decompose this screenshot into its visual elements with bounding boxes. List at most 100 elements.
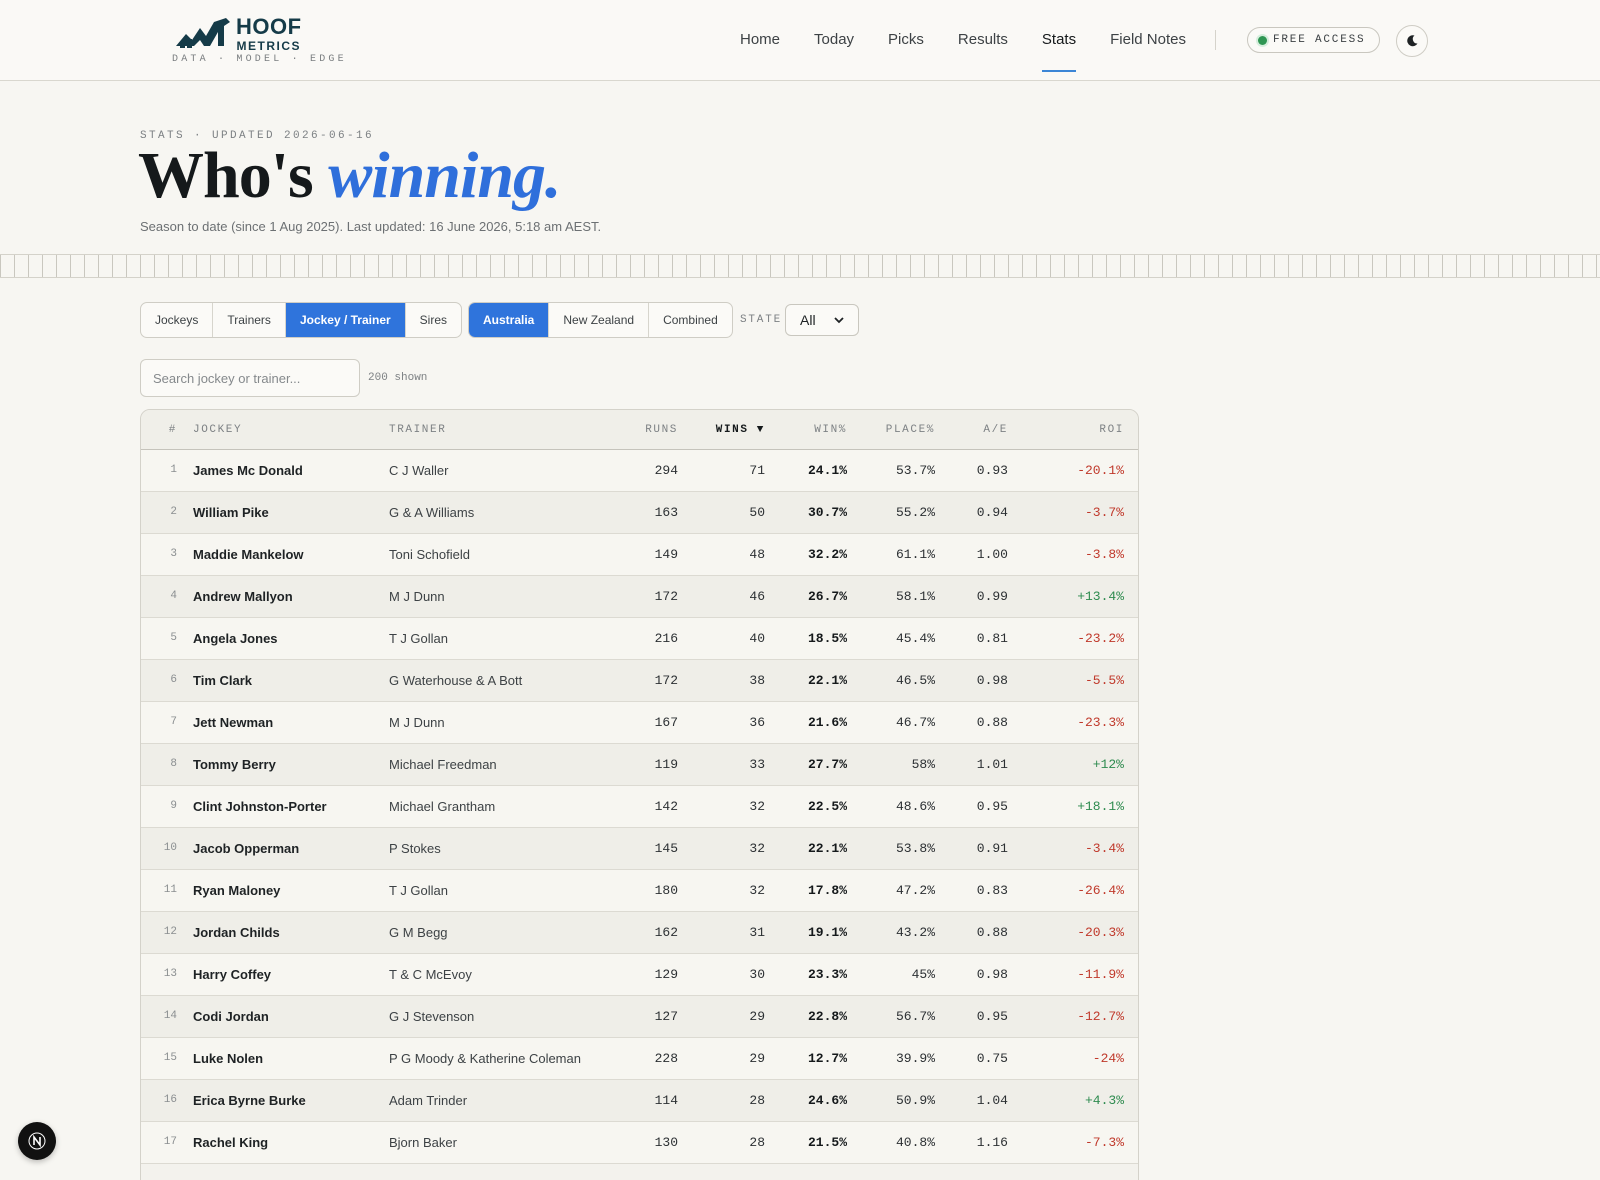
top-header: HOOF METRICS DATA · MODEL · EDGE Home To… [0, 0, 1600, 81]
table-row[interactable]: 5 Angela Jones T J Gollan 216 40 18.5% 45.4% 0.… [141, 618, 1138, 660]
cell-jockey: Codi Jordan [193, 1009, 269, 1024]
cell-wins: 36 [749, 715, 765, 730]
cell-runs: 127 [654, 1009, 678, 1024]
table-row[interactable]: 10 Jacob Opperman P Stokes 145 32 22.1% 53.8% 0… [141, 828, 1138, 870]
brand-tagline: DATA · MODEL · EDGE [172, 54, 347, 65]
cell-rank: 4 [170, 590, 177, 602]
cell-runs: 130 [654, 1135, 678, 1150]
tab-jockeys[interactable]: Jockeys [141, 303, 214, 337]
cell-place: 45.4% [895, 631, 935, 646]
category-tabs: Jockeys Trainers Jockey / Trainer Sires [140, 302, 463, 338]
col-wins-header[interactable]: WINS ▼ [681, 410, 765, 450]
col-winpct-header[interactable]: WIN% [771, 410, 847, 450]
cell-winpct: 22.1% [807, 673, 847, 688]
col-place-header[interactable]: PLACE% [851, 410, 935, 450]
cell-wins: 40 [749, 631, 765, 646]
table-row[interactable]: 1 James Mc Donald C J Waller 294 71 24.1% 53.7… [141, 450, 1138, 492]
cell-winpct: 22.5% [807, 799, 847, 814]
cell-runs: 162 [654, 925, 678, 940]
table-row[interactable]: 2 William Pike G & A Williams 163 50 30.7% 55.… [141, 492, 1138, 534]
table-row[interactable]: 15 Luke Nolen P G Moody & Katherine Colema… [141, 1038, 1138, 1080]
cell-ae: 0.95 [976, 1009, 1008, 1024]
table-row[interactable]: 17 Rachel King Bjorn Baker 130 28 21.5% 40.8% 1… [141, 1122, 1138, 1164]
col-ae-header[interactable]: A/E [941, 410, 1008, 450]
cell-trainer: T J Gollan [389, 883, 449, 898]
search-input[interactable] [140, 359, 360, 397]
nav-results[interactable]: Results [958, 0, 1008, 80]
tab-jockey-trainer[interactable]: Jockey / Trainer [285, 303, 406, 337]
table-row[interactable]: 16 Erica Byrne Burke Adam Trinder 114 28 24.6… [141, 1080, 1138, 1122]
nav-field-notes[interactable]: Field Notes [1110, 0, 1186, 80]
tab-sires[interactable]: Sires [406, 303, 461, 337]
theme-toggle-button[interactable] [1396, 25, 1428, 57]
table-row[interactable]: 12 Jordan Childs G M Begg 162 31 19.1% 43.2% 0.… [141, 912, 1138, 954]
cell-runs: 172 [654, 589, 678, 604]
cell-wins: 33 [749, 757, 765, 772]
floating-action-button[interactable] [18, 1122, 56, 1160]
cell-jockey: Angela Jones [193, 631, 278, 646]
free-access-badge[interactable]: FREE ACCESS [1247, 27, 1381, 53]
region-tabs: Australia New Zealand Combined [468, 302, 733, 338]
chevron-down-icon [834, 317, 844, 324]
cell-jockey: Harry Coffey [193, 967, 272, 982]
cell-place: 50.9% [895, 1093, 935, 1108]
tab-combined[interactable]: Combined [649, 303, 732, 337]
col-jockey-header[interactable]: JOCKEY [193, 410, 242, 450]
cell-runs: 163 [654, 505, 678, 520]
table-row[interactable]: 3 Maddie Mankelow Toni Schofield 149 48 32.2%… [141, 534, 1138, 576]
cell-winpct: 12.7% [807, 1051, 847, 1066]
nav-stats[interactable]: Stats [1041, 0, 1077, 80]
state-select[interactable]: All [785, 304, 859, 336]
nav-home[interactable]: Home [740, 0, 780, 80]
cell-trainer: M J Dunn [389, 715, 445, 730]
cell-runs: 149 [654, 547, 678, 562]
cell-roi: +4.3% [1084, 1093, 1124, 1108]
col-rank-header[interactable]: # [141, 410, 177, 450]
cell-wins: 32 [749, 799, 765, 814]
tab-new-zealand[interactable]: New Zealand [549, 303, 650, 337]
col-trainer-header[interactable]: TRAINER [389, 410, 446, 450]
cell-roi: -23.2% [1077, 631, 1124, 646]
cell-place: 53.7% [895, 463, 935, 478]
cell-ae: 1.01 [976, 757, 1008, 772]
table-row[interactable]: 14 Codi Jordan G J Stevenson 127 29 22.8% 56.7… [141, 996, 1138, 1038]
table-row[interactable]: 13 Harry Coffey T & C McEvoy 129 30 23.3% 45% 0… [141, 954, 1138, 996]
nav-today[interactable]: Today [814, 0, 854, 80]
cell-jockey: Luke Nolen [193, 1051, 264, 1066]
table-row[interactable]: 7 Jett Newman M J Dunn 167 36 21.6% 46.7% 0.88 -… [141, 702, 1138, 744]
cell-wins: 46 [749, 589, 765, 604]
cell-jockey: Rachel King [193, 1135, 269, 1150]
cell-runs: 119 [654, 757, 678, 772]
cell-winpct: 18.5% [807, 631, 847, 646]
tab-trainers[interactable]: Trainers [213, 303, 286, 337]
nav-divider [1215, 30, 1216, 50]
cell-place: 56.7% [895, 1009, 935, 1024]
cell-place: 61.1% [895, 547, 935, 562]
cell-ae: 0.95 [976, 799, 1008, 814]
page-title-accent: winning. [328, 139, 561, 212]
table-row[interactable]: 6 Tim Clark G Waterhouse & A Bott 172 38 22.1… [141, 660, 1138, 702]
cell-runs: 228 [654, 1051, 678, 1066]
cell-roi: -7.3% [1084, 1135, 1124, 1150]
table-row[interactable]: 11 Ryan Maloney T J Gollan 180 32 17.8% 47.2% 0… [141, 870, 1138, 912]
cell-rank: 9 [170, 800, 177, 812]
brand-logo[interactable]: HOOF METRICS DATA · MODEL · EDGE [172, 14, 344, 66]
cell-ae: 1.04 [976, 1093, 1008, 1108]
ruler-divider [0, 254, 1600, 278]
cell-trainer: Toni Schofield [389, 547, 470, 562]
cell-winpct: 24.1% [807, 463, 847, 478]
cell-rank: 16 [163, 1094, 177, 1106]
cell-trainer: T & C McEvoy [389, 967, 472, 982]
col-runs-header[interactable]: RUNS [591, 410, 678, 450]
cell-place: 58% [911, 757, 935, 772]
cell-trainer: Michael Freedman [389, 757, 497, 772]
cell-winpct: 21.5% [807, 1135, 847, 1150]
cell-jockey: Jacob Opperman [193, 841, 300, 856]
cell-trainer: Michael Grantham [389, 799, 496, 814]
nav-picks[interactable]: Picks [888, 0, 924, 80]
tab-australia[interactable]: Australia [469, 303, 550, 337]
col-roi-header[interactable]: ROI [1011, 410, 1124, 450]
table-row[interactable]: 8 Tommy Berry Michael Freedman 119 33 27.7% 58… [141, 744, 1138, 786]
table-row[interactable]: 9 Clint Johnston-Porter Michael Grantham 14… [141, 786, 1138, 828]
table-row[interactable]: 4 Andrew Mallyon M J Dunn 172 46 26.7% 58.1% 0.… [141, 576, 1138, 618]
